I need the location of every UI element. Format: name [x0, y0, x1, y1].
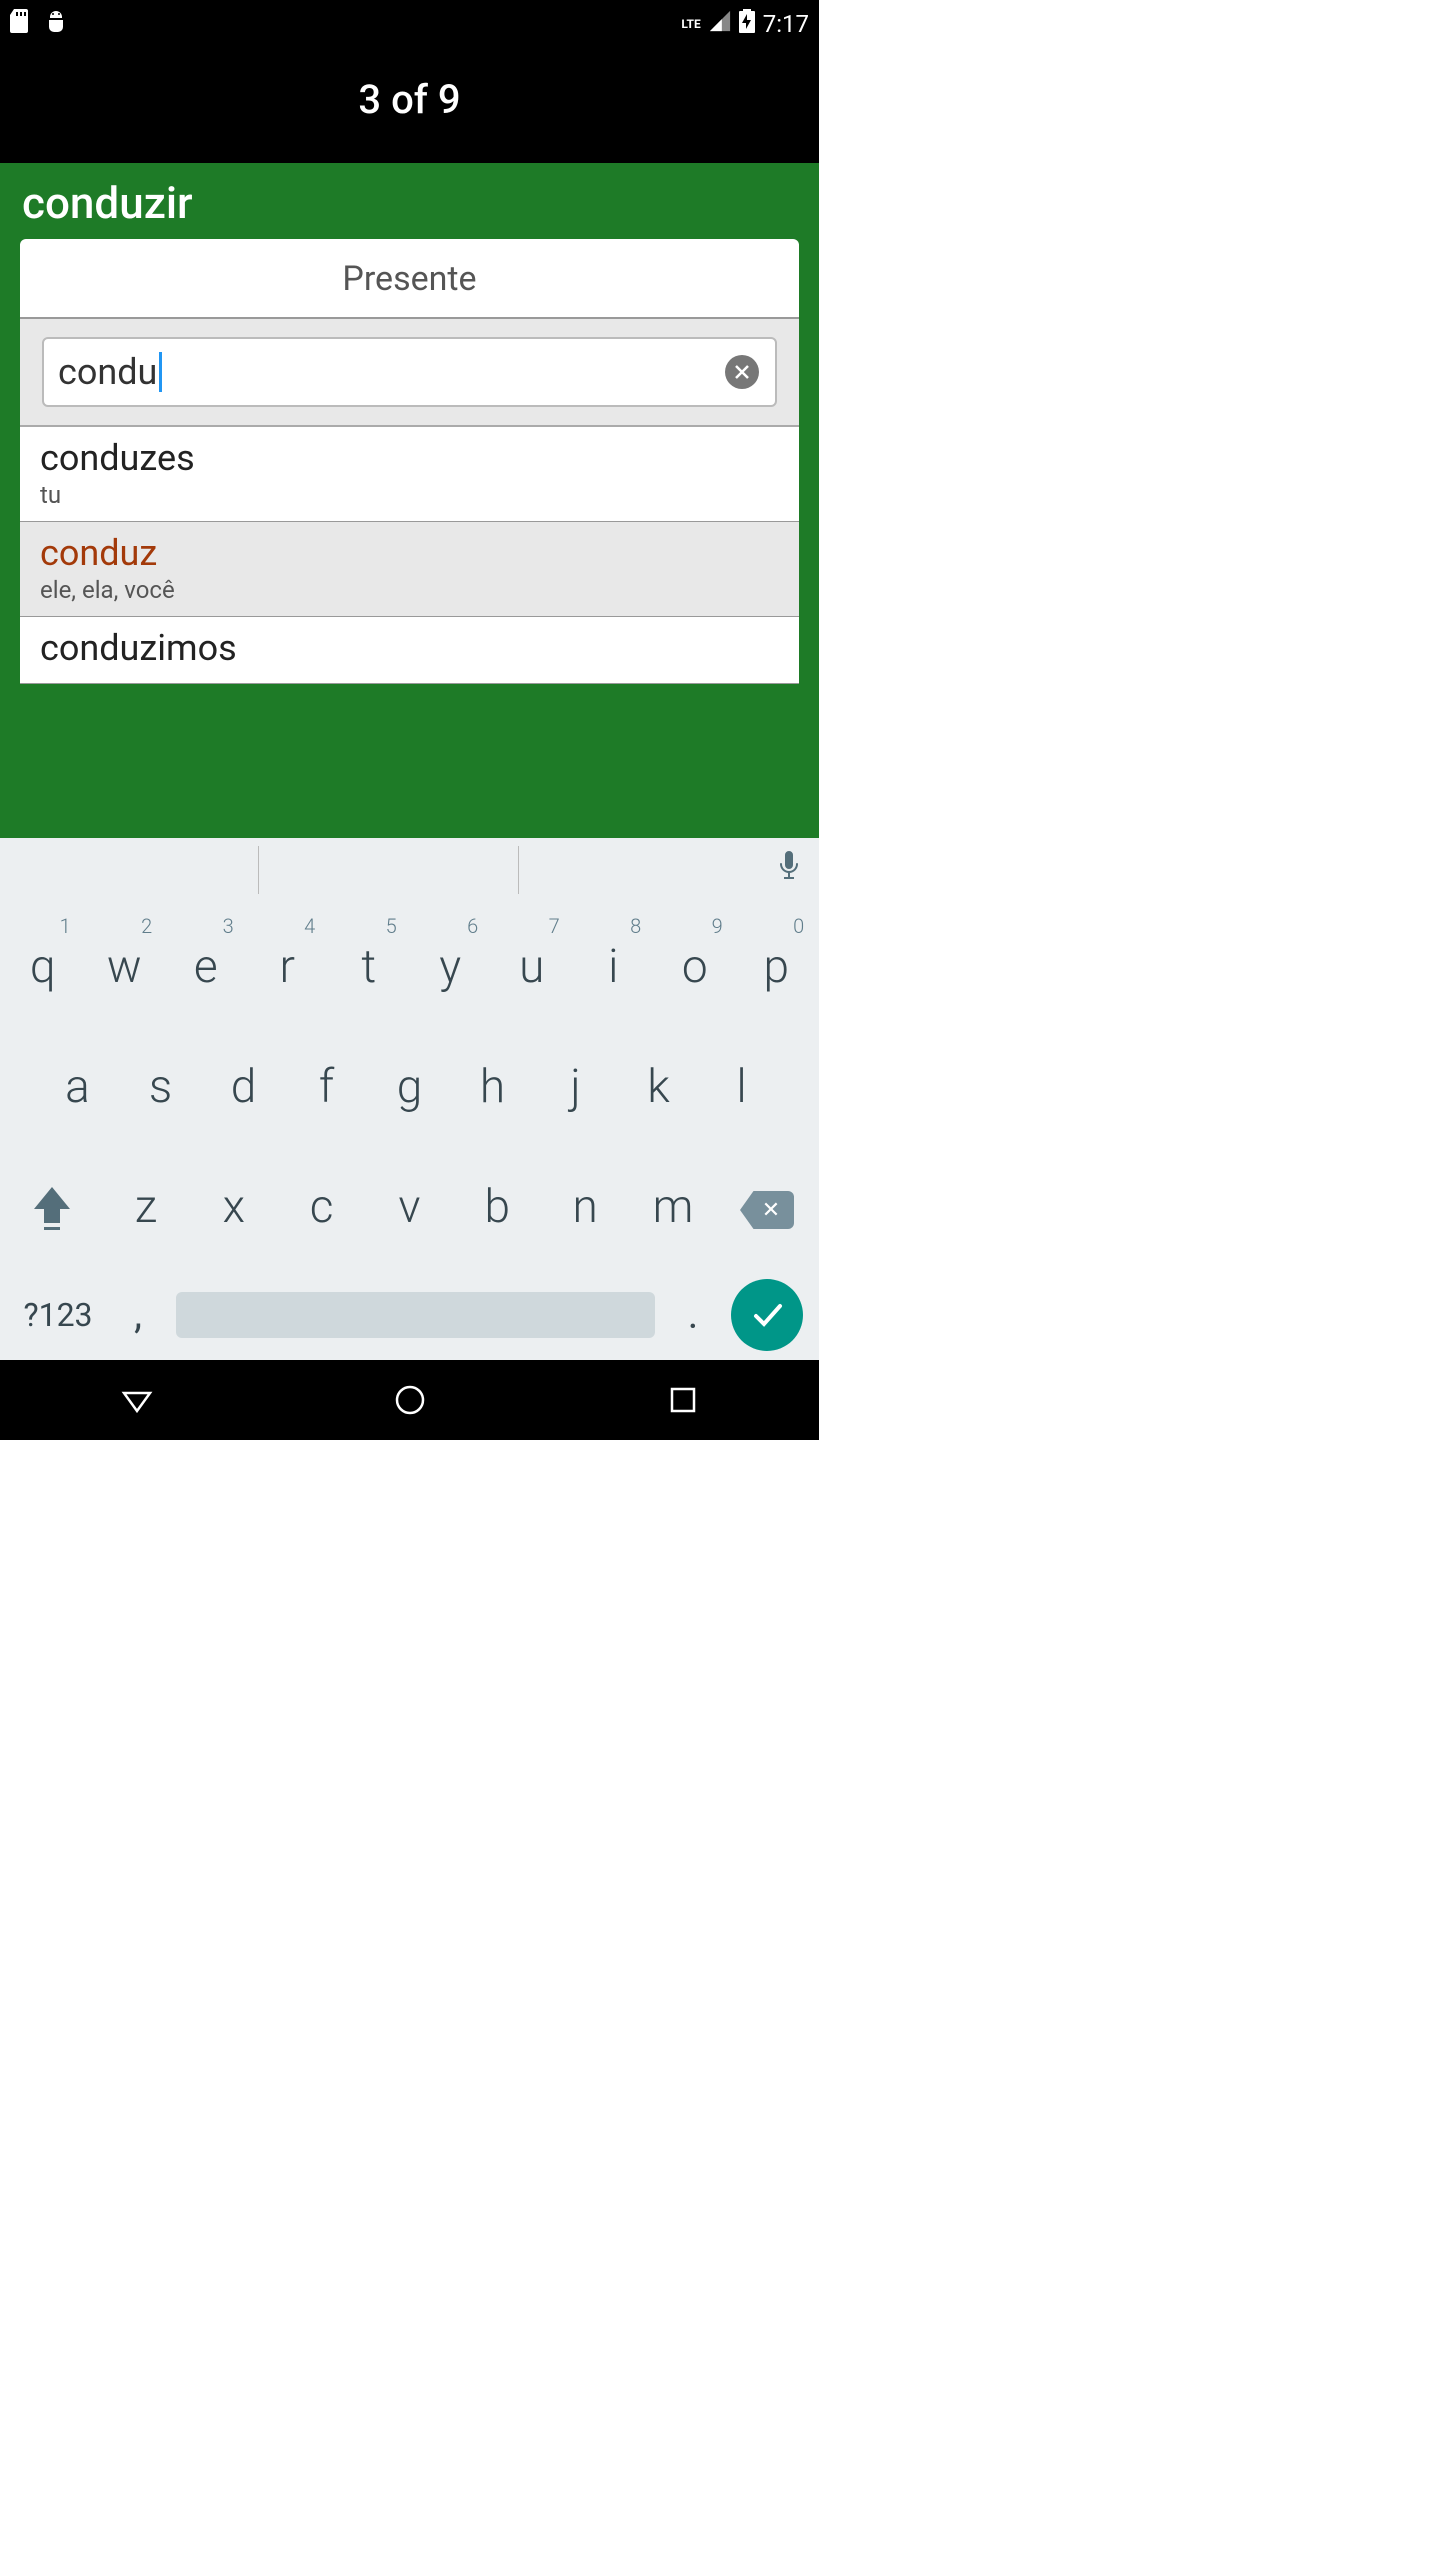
- conjugation-word: conduz: [40, 532, 779, 574]
- conjugation-row[interactable]: conduzele, ela, você: [20, 522, 799, 617]
- key-p[interactable]: 0p: [738, 910, 814, 1030]
- key-a[interactable]: a: [40, 1030, 116, 1150]
- key-o[interactable]: 9o: [657, 910, 733, 1030]
- page-counter-header: 3 of 9: [0, 48, 819, 163]
- key-h[interactable]: h: [455, 1030, 531, 1150]
- mic-icon[interactable]: [777, 851, 801, 889]
- key-v[interactable]: v: [371, 1150, 447, 1270]
- key-i[interactable]: 8i: [575, 910, 651, 1030]
- key-z[interactable]: z: [108, 1150, 184, 1270]
- enter-key[interactable]: [731, 1279, 803, 1351]
- tense-label: Presente: [20, 239, 799, 319]
- backspace-key[interactable]: ✕: [717, 1191, 817, 1229]
- key-f[interactable]: f: [289, 1030, 365, 1150]
- key-w[interactable]: 2w: [86, 910, 162, 1030]
- symbols-key[interactable]: ?123: [8, 1296, 108, 1334]
- key-m[interactable]: m: [635, 1150, 711, 1270]
- conjugation-row[interactable]: conduzestu: [20, 427, 799, 522]
- conjugation-row[interactable]: conduzimos: [20, 617, 799, 684]
- key-q[interactable]: 1q: [5, 910, 81, 1030]
- conjugation-word: conduzes: [40, 437, 779, 479]
- soft-keyboard: 1q2w3e4r5t6y7u8i9o0p asdfghjkl zxcvbnm ✕…: [0, 902, 819, 1360]
- conjugation-pronoun: ele, ela, você: [40, 576, 779, 604]
- key-s[interactable]: s: [123, 1030, 199, 1150]
- key-x[interactable]: x: [196, 1150, 272, 1270]
- answer-input[interactable]: condu: [42, 337, 777, 407]
- conjugation-pronoun: tu: [40, 481, 779, 509]
- key-l[interactable]: l: [704, 1030, 780, 1150]
- status-time: 7:17: [763, 10, 809, 38]
- conjugation-word: conduzimos: [40, 627, 779, 669]
- key-g[interactable]: g: [372, 1030, 448, 1150]
- battery-charging-icon: [739, 9, 755, 39]
- verb-title: conduzir: [0, 163, 819, 239]
- period-key[interactable]: .: [663, 1300, 723, 1330]
- text-caret: [159, 352, 162, 392]
- key-j[interactable]: j: [538, 1030, 614, 1150]
- key-k[interactable]: k: [621, 1030, 697, 1150]
- nav-back-button[interactable]: [107, 1383, 167, 1417]
- nav-home-button[interactable]: [380, 1383, 440, 1417]
- comma-key[interactable]: ,: [108, 1300, 168, 1330]
- shift-key[interactable]: [2, 1185, 102, 1235]
- key-n[interactable]: n: [547, 1150, 623, 1270]
- android-debug-icon: [44, 9, 68, 39]
- clear-input-button[interactable]: [725, 355, 759, 389]
- key-e[interactable]: 3e: [168, 910, 244, 1030]
- key-d[interactable]: d: [206, 1030, 282, 1150]
- keyboard-suggestion-bar: [0, 838, 819, 902]
- signal-icon: [709, 10, 731, 38]
- key-c[interactable]: c: [284, 1150, 360, 1270]
- nav-keyboard-switch-button[interactable]: [1364, 1388, 1424, 1412]
- status-bar: LTE 7:17: [0, 0, 819, 48]
- answer-input-area: condu: [20, 319, 799, 427]
- key-y[interactable]: 6y: [412, 910, 488, 1030]
- key-r[interactable]: 4r: [249, 910, 325, 1030]
- key-u[interactable]: 7u: [494, 910, 570, 1030]
- conjugation-card: Presente condu conduzestuconduzele, ela,…: [20, 239, 799, 684]
- sd-card-icon: [10, 9, 30, 39]
- key-t[interactable]: 5t: [331, 910, 407, 1030]
- space-key[interactable]: [176, 1292, 655, 1338]
- android-nav-bar: [0, 1360, 819, 1440]
- nav-recent-button[interactable]: [653, 1385, 713, 1415]
- key-b[interactable]: b: [459, 1150, 535, 1270]
- lte-label: LTE: [681, 17, 700, 31]
